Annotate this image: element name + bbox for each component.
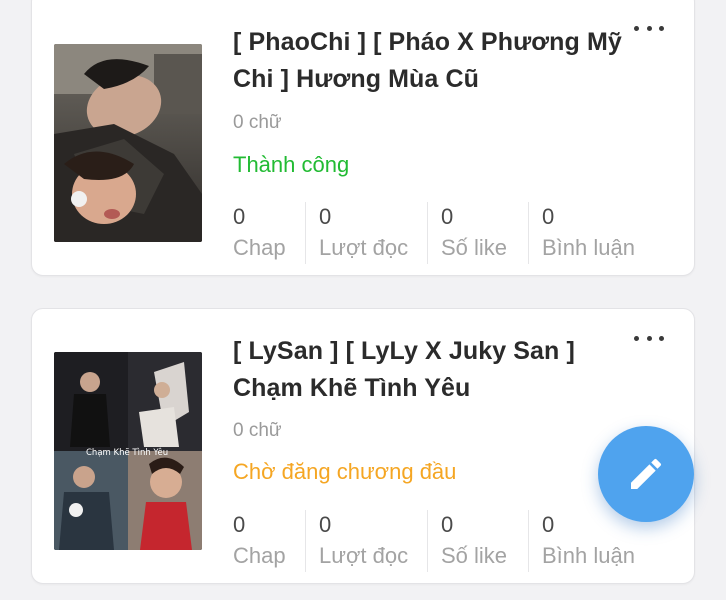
stat-label: Số like (441, 235, 508, 260)
stat-label: Bình luận (542, 543, 635, 568)
stat-value: 0 (441, 512, 454, 537)
stat-label: Chap (233, 235, 286, 260)
more-options-icon[interactable] (634, 18, 664, 38)
more-options-icon[interactable] (634, 328, 664, 348)
stat-value: 0 (233, 204, 246, 229)
stat-value: 0 (319, 512, 332, 537)
stat-value: 0 (542, 204, 555, 229)
stat-chap: 0 Chap (233, 202, 305, 266)
stat-reads: 0 Lượt đọc (305, 510, 427, 574)
story-card[interactable]: [ PhaoChi ] [ Pháo X Phương Mỹ Chi ] Hươ… (31, 0, 695, 276)
word-count: 0 chữ (233, 420, 282, 441)
stat-value: 0 (319, 204, 332, 229)
story-cover-image[interactable] (54, 44, 202, 242)
stat-label: Chap (233, 543, 286, 568)
cover-photo: Chạm Khẽ Tình Yêu (54, 352, 202, 550)
story-title[interactable]: [ PhaoChi ] [ Pháo X Phương Mỹ Chi ] Hươ… (233, 24, 623, 98)
word-count: 0 chữ (233, 112, 282, 133)
stat-likes: 0 Số like (427, 510, 528, 574)
stat-reads: 0 Lượt đọc (305, 202, 427, 266)
story-card[interactable]: Chạm Khẽ Tình Yêu [ LySan ] [ LyLy X Juk… (31, 308, 695, 584)
cover-overlay-text: Chạm Khẽ Tình Yêu (86, 447, 168, 458)
stat-comments: 0 Bình luận (528, 202, 668, 266)
stats-row: 0 Chap 0 Lượt đọc 0 Số like 0 Bình luận (233, 202, 668, 266)
stat-label: Lượt đọc (319, 235, 409, 260)
cover-photo (54, 44, 202, 242)
stat-likes: 0 Số like (427, 202, 528, 266)
write-story-button[interactable] (598, 426, 694, 522)
stat-chap: 0 Chap (233, 510, 305, 574)
stat-label: Số like (441, 543, 508, 568)
stat-label: Bình luận (542, 235, 635, 260)
stat-value: 0 (233, 512, 246, 537)
status-label: Thành công (233, 152, 350, 177)
stat-value: 0 (441, 204, 454, 229)
stats-row: 0 Chap 0 Lượt đọc 0 Số like 0 Bình luận (233, 510, 668, 574)
pencil-icon (631, 458, 662, 489)
story-cover-image[interactable]: Chạm Khẽ Tình Yêu (54, 352, 202, 550)
story-title[interactable]: [ LySan ] [ LyLy X Juky San ] Chạm Khẽ T… (233, 333, 623, 407)
status-label: Chờ đăng chương đầu (233, 459, 457, 484)
stat-label: Lượt đọc (319, 543, 409, 568)
